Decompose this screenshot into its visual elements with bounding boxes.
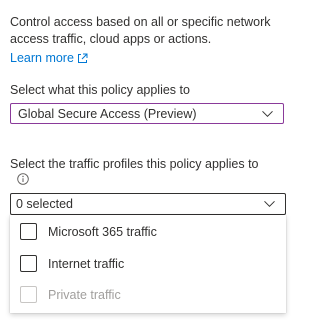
- learn-more-link[interactable]: Learn more: [10, 50, 88, 67]
- info-icon[interactable]: [17, 173, 29, 185]
- applies-to-value: Global Secure Access (Preview): [18, 106, 197, 121]
- traffic-profiles-dropdown[interactable]: 0 selected: [10, 193, 286, 215]
- applies-to-dropdown[interactable]: Global Secure Access (Preview): [10, 103, 284, 124]
- learn-more-label: Learn more: [10, 51, 74, 65]
- external-link-icon: [77, 53, 88, 63]
- option-private-traffic: Private traffic: [20, 286, 121, 303]
- chevron-down-icon: [264, 200, 275, 208]
- option-internet-traffic[interactable]: Internet traffic: [20, 255, 124, 272]
- policy-description: Control access based on all or specific …: [10, 15, 271, 46]
- option-label: Internet traffic: [48, 256, 125, 271]
- option-microsoft-365-traffic[interactable]: Microsoft 365 traffic: [20, 223, 157, 240]
- option-label: Private traffic: [48, 287, 121, 302]
- traffic-profiles-label: Select the traffic profiles this policy …: [10, 157, 259, 171]
- option-label: Microsoft 365 traffic: [48, 224, 157, 239]
- checkbox[interactable]: [20, 255, 37, 272]
- chevron-down-icon: [262, 110, 273, 117]
- traffic-profiles-menu: Microsoft 365 traffic Internet traffic P…: [10, 215, 286, 313]
- checkbox: [20, 286, 37, 303]
- traffic-profiles-value: 0 selected: [16, 197, 73, 211]
- applies-to-label: Select what this policy applies to: [10, 83, 190, 97]
- checkbox[interactable]: [20, 223, 37, 240]
